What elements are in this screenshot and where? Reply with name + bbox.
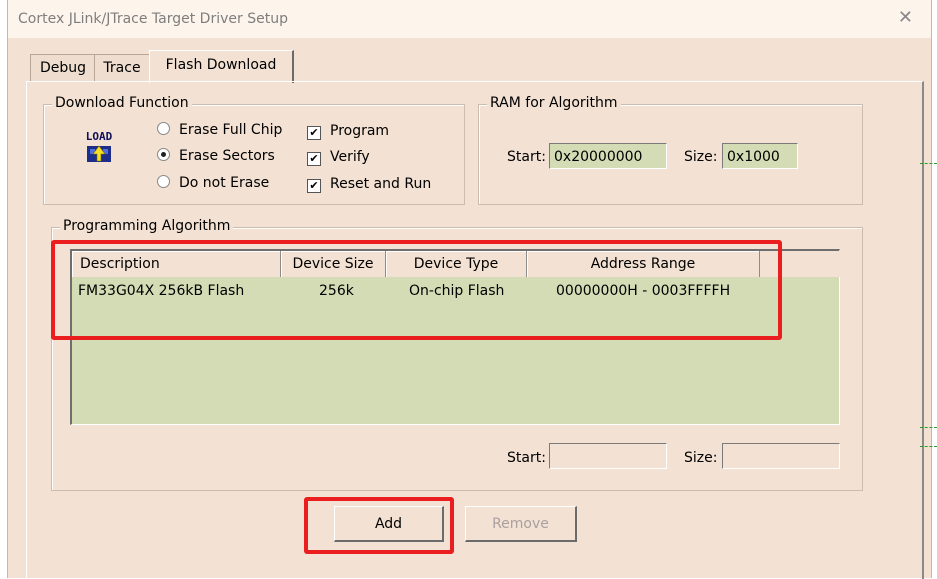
algo-size-label: Size: <box>684 450 718 466</box>
algo-start-field[interactable] <box>549 443 667 469</box>
erase-sectors-label: Erase Sectors <box>179 148 275 164</box>
program-option[interactable]: ✔ Program <box>307 123 389 140</box>
add-button-highlight-box <box>304 497 454 554</box>
verify-option[interactable]: ✔ Verify <box>307 149 370 166</box>
ram-size-field[interactable]: 0x1000 <box>722 143 798 169</box>
verify-label: Verify <box>330 149 370 165</box>
ram-start-field[interactable]: 0x20000000 <box>549 143 667 169</box>
ram-start-label: Start: <box>507 149 546 165</box>
radio-do-not-erase[interactable] <box>157 175 170 188</box>
erase-full-chip-label: Erase Full Chip <box>179 122 283 138</box>
background-dashed-line <box>920 163 937 164</box>
algo-start-label: Start: <box>507 450 546 466</box>
download-function-label: Download Function <box>52 95 192 111</box>
window-title: Cortex JLink/JTrace Target Driver Setup <box>18 11 288 27</box>
programming-algorithm-label: Programming Algorithm <box>60 218 234 234</box>
do-not-erase-label: Do not Erase <box>179 175 270 191</box>
radio-erase-full-chip[interactable] <box>157 122 170 135</box>
reset-and-run-checkbox[interactable]: ✔ <box>307 179 321 193</box>
reset-and-run-option[interactable]: ✔ Reset and Run <box>307 176 431 193</box>
ram-size-label: Size: <box>684 149 718 165</box>
background-dashed-line <box>920 427 937 428</box>
reset-and-run-label: Reset and Run <box>330 176 432 192</box>
tab-debug[interactable]: Debug <box>30 54 96 81</box>
title-bar: Cortex JLink/JTrace Target Driver Setup … <box>8 0 931 38</box>
radio-erase-sectors[interactable] <box>157 148 170 161</box>
close-icon[interactable]: ✕ <box>898 9 913 27</box>
erase-sectors-option[interactable]: Erase Sectors <box>157 148 275 164</box>
background-dashed-line <box>920 446 937 447</box>
driver-setup-dialog: Cortex JLink/JTrace Target Driver Setup … <box>7 0 932 579</box>
verify-checkbox[interactable]: ✔ <box>307 152 321 166</box>
load-icon-text: LOAD <box>86 130 113 143</box>
do-not-erase-option[interactable]: Do not Erase <box>157 175 269 191</box>
algo-size-field[interactable] <box>722 443 840 469</box>
erase-full-chip-option[interactable]: Erase Full Chip <box>157 122 282 138</box>
remove-button[interactable]: Remove <box>465 506 577 542</box>
tab-trace[interactable]: Trace <box>94 54 150 81</box>
table-highlight-box <box>51 240 782 340</box>
ram-for-algorithm-label: RAM for Algorithm <box>487 95 621 111</box>
tab-flash-download[interactable]: Flash Download <box>149 50 294 83</box>
program-checkbox[interactable]: ✔ <box>307 126 321 140</box>
program-label: Program <box>330 123 390 139</box>
load-icon: LOAD <box>79 128 119 168</box>
